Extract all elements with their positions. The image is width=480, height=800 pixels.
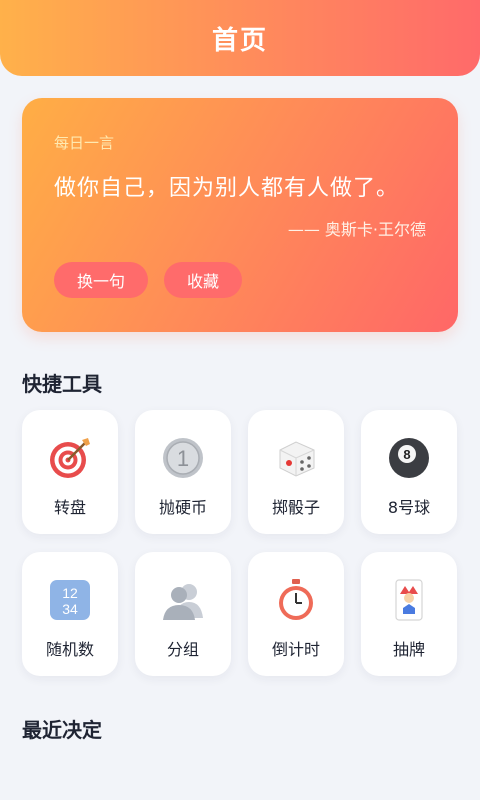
favorite-button[interactable]: 收藏 (164, 262, 242, 298)
number-tiles-icon: 12 34 (50, 580, 90, 620)
recent-section-title: 最近决定 (22, 718, 102, 742)
tool-eight-ball[interactable]: 8 8号球 (361, 410, 457, 534)
tool-random-number[interactable]: 12 34 随机数 (22, 552, 118, 676)
page-title: 首页 (211, 25, 268, 56)
quote-text: 做你自己，因为别人都有人做了。 (54, 176, 400, 201)
coin-icon: 1 (163, 438, 203, 478)
eight-ball-icon: 8 (389, 438, 429, 478)
tool-label: 分组 (166, 640, 199, 659)
change-quote-button[interactable]: 换一句 (54, 262, 148, 298)
dartboard-icon (50, 438, 90, 478)
tool-label: 抛硬币 (158, 498, 207, 517)
app-header: 首页 (0, 0, 480, 76)
tool-label: 掷骰子 (271, 498, 320, 517)
quote-label: 每日一言 (54, 134, 115, 152)
tool-label: 倒计时 (271, 640, 320, 659)
tool-group[interactable]: 分组 (135, 552, 231, 676)
ball-number-text: 8 (403, 447, 410, 462)
tool-label: 随机数 (45, 640, 94, 659)
tool-dice[interactable]: 掷骰子 (248, 410, 344, 534)
dice-icon (279, 441, 315, 477)
tile-text-top: 12 (62, 585, 78, 601)
joker-card-icon (395, 579, 423, 621)
daily-quote-card: 每日一言 做你自己，因为别人都有人做了。 —— 奥斯卡·王尔德 换一句 收藏 (22, 98, 458, 332)
tool-countdown[interactable]: 倒计时 (248, 552, 344, 676)
tool-label: 转盘 (53, 498, 86, 517)
tile-text-bottom: 34 (62, 601, 78, 617)
quote-author: —— 奥斯卡·王尔德 (287, 220, 426, 239)
tool-wheel[interactable]: 转盘 (22, 410, 118, 534)
tool-coin-flip[interactable]: 1 抛硬币 (135, 410, 231, 534)
tool-draw-card[interactable]: 抽牌 (361, 552, 457, 676)
stopwatch-icon (279, 579, 313, 620)
group-people-icon (163, 584, 203, 620)
tools-section-title: 快捷工具 (22, 372, 102, 396)
tool-label: 抽牌 (392, 640, 425, 659)
coin-value-text: 1 (177, 446, 189, 471)
tool-label: 8号球 (387, 498, 431, 517)
